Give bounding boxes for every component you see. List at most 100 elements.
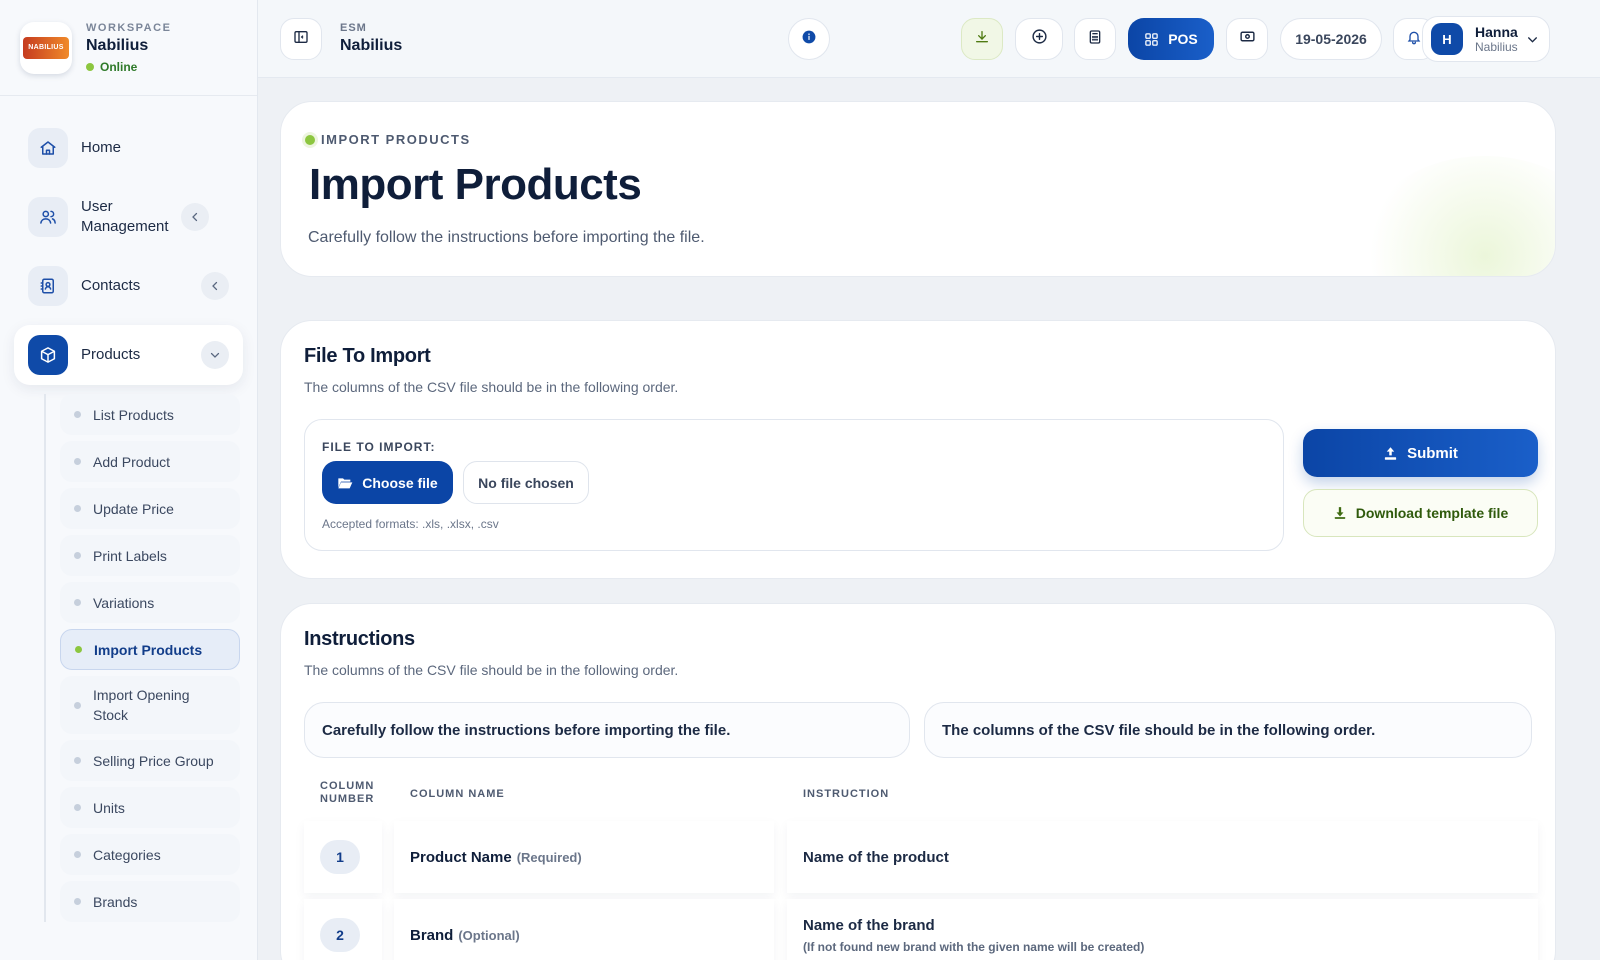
header-line: NUMBER <box>320 793 375 805</box>
column-header-name: COLUMN NAME <box>410 788 505 800</box>
calculator-button[interactable] <box>1074 18 1116 60</box>
instructions-card: Instructions The columns of the CSV file… <box>280 603 1556 960</box>
calculator-icon <box>1087 29 1103 50</box>
sidebar-sub-item-import-opening-stock[interactable]: Import Opening Stock <box>60 676 240 734</box>
submit-button[interactable]: Submit <box>1303 429 1538 477</box>
section-title: File To Import <box>304 345 431 367</box>
choose-file-button[interactable]: Choose file <box>322 461 453 504</box>
sidebar-toggle-icon <box>293 29 309 50</box>
sidebar-sub-item-import-products[interactable]: Import Products <box>60 629 240 670</box>
sidebar-item-contacts[interactable]: Contacts <box>14 256 243 316</box>
sidebar-sub-item-selling-price-group[interactable]: Selling Price Group <box>60 740 240 781</box>
row-number-badge: 1 <box>320 840 360 874</box>
topbar: ESM Nabilius POS 19-05-2026 H Hanna Nabi… <box>258 0 1600 78</box>
optional-tag: (Optional) <box>458 927 520 943</box>
sidebar-item-label: Products <box>81 346 141 363</box>
download-template-button[interactable]: Download template file <box>1303 489 1538 537</box>
sub-item-label: Import Opening Stock <box>93 687 190 723</box>
date-display[interactable]: 19-05-2026 <box>1280 18 1382 60</box>
logo-text: NABILIUS <box>28 44 64 51</box>
sidebar-item-label: Home <box>81 139 122 156</box>
instruction-note-text: (If not found new brand with the given n… <box>803 939 1145 954</box>
bullet-icon <box>74 411 81 418</box>
sidebar-item-products[interactable]: Products <box>14 325 243 385</box>
sidebar-item-label: Contacts <box>81 277 141 294</box>
sidebar-nav: Home User Management Contacts Products <box>0 96 257 385</box>
header-line: COLUMN <box>320 780 375 792</box>
column-header-number: COLUMN NUMBER <box>320 780 374 806</box>
instruction-text: Name of the brand <box>803 916 935 934</box>
online-dot-icon <box>86 62 94 71</box>
section-subtitle: The columns of the CSV file should be in… <box>304 379 679 395</box>
workspace-logo: NABILIUS <box>20 21 72 74</box>
sidebar-sub-item-units[interactable]: Units <box>60 787 240 828</box>
file-name-display[interactable]: No file chosen <box>463 461 589 504</box>
products-subnav: List Products Add Product Update Price P… <box>44 394 257 922</box>
folder-open-icon <box>337 476 353 490</box>
bullet-icon <box>74 757 81 764</box>
section-subtitle: The columns of the CSV file should be in… <box>304 662 679 678</box>
workspace-label: WORKSPACE <box>86 21 172 34</box>
submit-label: Submit <box>1407 444 1458 462</box>
table-row: 2 Brand (Optional) Name of the brand (If… <box>304 899 1538 960</box>
bullet-icon <box>305 134 315 145</box>
column-name: Brand <box>410 926 454 944</box>
pos-label: POS <box>1168 31 1198 47</box>
status-text: Online <box>100 59 138 74</box>
section-title: Instructions <box>304 628 415 650</box>
sidebar: NABILIUS WORKSPACE Nabilius Online Home … <box>0 0 258 960</box>
sidebar-item-user-management[interactable]: User Management <box>14 187 243 247</box>
box-icon <box>28 335 68 375</box>
money-icon <box>1239 28 1256 50</box>
sidebar-sub-item-variations[interactable]: Variations <box>60 582 240 623</box>
bullet-icon <box>74 505 81 512</box>
chevron-left-icon[interactable] <box>181 203 209 231</box>
sidebar-item-home[interactable]: Home <box>14 118 243 178</box>
cell-instruction: Name of the brand (If not found new bran… <box>787 899 1538 960</box>
sidebar-sub-item-update-price[interactable]: Update Price <box>60 488 240 529</box>
chevron-down-icon <box>1526 33 1539 46</box>
sidebar-sub-item-print-labels[interactable]: Print Labels <box>60 535 240 576</box>
download-icon <box>1333 506 1347 520</box>
add-button[interactable] <box>1015 18 1063 60</box>
pos-button[interactable]: POS <box>1128 18 1214 60</box>
plus-circle-icon <box>1031 28 1048 50</box>
sidebar-sub-item-brands[interactable]: Brands <box>60 881 240 922</box>
file-field-label: FILE TO IMPORT: <box>322 440 436 454</box>
info-button[interactable] <box>788 18 830 60</box>
decorative-glow <box>1355 156 1555 276</box>
required-tag: (Required) <box>516 849 582 865</box>
file-input-group: FILE TO IMPORT: Choose file No file chos… <box>304 419 1284 551</box>
download-template-label: Download template file <box>1355 505 1509 521</box>
workspace-name: Nabilius <box>86 36 149 54</box>
chevron-down-icon[interactable] <box>201 341 229 369</box>
logo-mark: NABILIUS <box>23 36 69 59</box>
chevron-left-icon[interactable] <box>201 272 229 300</box>
user-menu[interactable]: H Hanna Nabilius <box>1422 16 1550 62</box>
home-icon <box>28 128 68 168</box>
bullet-icon <box>75 646 82 653</box>
cash-register-button[interactable] <box>1226 18 1268 60</box>
sidebar-toggle-button[interactable] <box>280 18 322 60</box>
users-icon <box>28 197 68 237</box>
sub-item-label: Update Price <box>93 500 174 517</box>
sub-item-label: List Products <box>93 406 174 423</box>
cell-column-name: Product Name (Required) <box>394 821 774 893</box>
app-name: Nabilius <box>340 37 403 54</box>
sidebar-sub-item-categories[interactable]: Categories <box>60 834 240 875</box>
choose-file-label: Choose file <box>362 474 438 491</box>
download-button[interactable] <box>961 18 1003 60</box>
bell-icon <box>1406 29 1422 50</box>
cell-number: 1 <box>304 821 382 893</box>
sidebar-item-label: User Management <box>81 198 169 235</box>
table-row: 1 Product Name (Required) Name of the pr… <box>304 821 1538 893</box>
file-import-card: File To Import The columns of the CSV fi… <box>280 320 1556 579</box>
sidebar-sub-item-add-product[interactable]: Add Product <box>60 441 240 482</box>
breadcrumb-text: IMPORT PRODUCTS <box>321 132 471 147</box>
sub-item-label: Categories <box>93 846 161 863</box>
bullet-icon <box>74 599 81 606</box>
sub-item-label: Selling Price Group <box>93 752 214 769</box>
sidebar-sub-item-list-products[interactable]: List Products <box>60 394 240 435</box>
cell-instruction: Name of the product <box>787 821 1538 893</box>
bullet-icon <box>74 898 81 905</box>
